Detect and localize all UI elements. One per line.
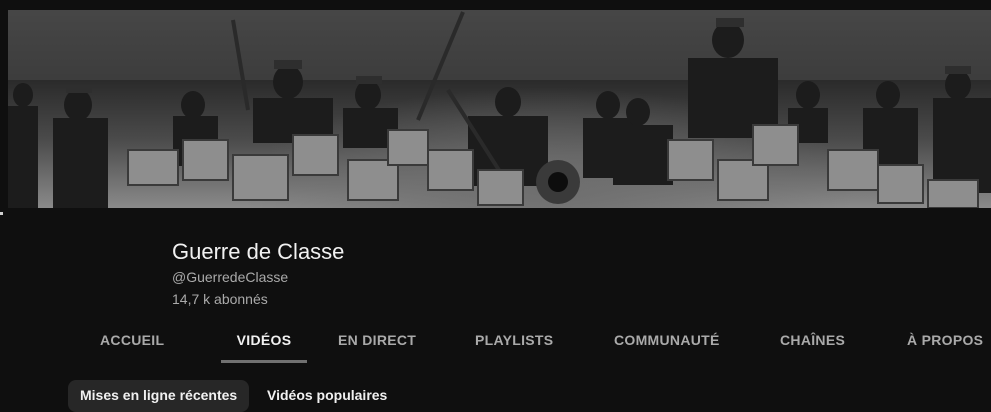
tab-videos[interactable]: VIDÉOS [221, 320, 307, 363]
channel-handle: @GuerredeClasse [172, 269, 289, 285]
banner-edge-marker [0, 212, 3, 215]
subscriber-count: 14,7 k abonnés [172, 291, 268, 307]
banner-photo [8, 10, 991, 208]
filter-chip-recent[interactable]: Mises en ligne récentes [68, 380, 250, 412]
tab-community[interactable]: COMMUNAUTÉ [614, 320, 720, 360]
tab-live[interactable]: EN DIRECT [338, 320, 416, 360]
tab-home[interactable]: ACCUEIL [100, 320, 164, 360]
channel-tabs: ACCUEIL VIDÉOS EN DIRECT PLAYLISTS COMMU… [0, 320, 991, 364]
tab-about[interactable]: À PROPOS [907, 320, 983, 360]
tab-channels[interactable]: CHAÎNES [780, 320, 845, 360]
channel-name: Guerre de Classe [172, 239, 345, 264]
channel-banner [8, 10, 991, 208]
filter-chip-popular[interactable]: Vidéos populaires [255, 380, 399, 412]
channel-header: Guerre de Classe @GuerredeClasse 14,7 k … [172, 238, 344, 309]
tab-playlists[interactable]: PLAYLISTS [475, 320, 553, 360]
